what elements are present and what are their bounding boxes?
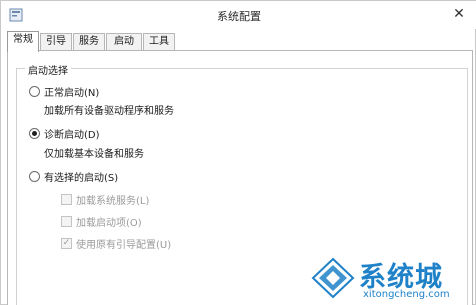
group-title: 启动选择 <box>25 62 71 77</box>
normal-startup-label: 正常启动(N) <box>44 87 100 99</box>
tab-general[interactable]: 常规 <box>7 31 39 52</box>
load-startup-items-checkbox[interactable] <box>61 216 72 227</box>
normal-startup-description: 加载所有设备驱动程序和服务 <box>44 106 174 117</box>
use-original-boot-config-label: 使用原有引导配置(U) <box>76 240 172 251</box>
watermark-logo-icon <box>309 257 357 299</box>
load-system-services-checkbox[interactable] <box>61 194 72 205</box>
diagnostic-startup-label: 诊断启动(D) <box>44 129 100 141</box>
window-title: 系统配置 <box>217 10 261 23</box>
watermark-url: xitongcheng.com <box>363 289 450 300</box>
diagnostic-startup-description: 仅加载基本设备和服务 <box>44 149 144 160</box>
tab-tools[interactable]: 工具 <box>143 33 175 51</box>
load-system-services-option[interactable]: 加载系统服务(L) <box>61 193 150 207</box>
tab-boot[interactable]: 引导 <box>40 33 72 51</box>
watermark: 系统城 xitongcheng.com <box>307 251 476 305</box>
use-original-boot-config-checkbox[interactable]: ✓ <box>61 238 72 249</box>
load-startup-items-label: 加载启动项(O) <box>76 218 142 229</box>
tab-services[interactable]: 服务 <box>73 33 105 51</box>
selective-startup-label: 有选择的启动(S) <box>44 172 119 184</box>
normal-startup-radio[interactable] <box>29 85 40 97</box>
use-original-boot-config-option[interactable]: ✓ 使用原有引导配置(U) <box>61 237 172 251</box>
load-startup-items-option[interactable]: 加载启动项(O) <box>61 215 142 229</box>
diagnostic-startup-option[interactable]: 诊断启动(D) <box>29 126 100 141</box>
normal-startup-option[interactable]: 正常启动(N) <box>29 84 100 99</box>
title-bar[interactable]: 系统配置 ✕ <box>1 1 476 29</box>
selective-startup-option[interactable]: 有选择的启动(S) <box>29 169 119 184</box>
diagnostic-startup-radio[interactable] <box>29 127 40 139</box>
tab-startup[interactable]: 启动 <box>106 33 142 51</box>
system-config-window: 系统配置 ✕ 常规 引导 服务 启动 工具 启动选择 正常启动(N) 加载所有设… <box>0 0 476 305</box>
selective-startup-radio[interactable] <box>29 170 40 182</box>
close-icon[interactable]: ✕ <box>451 7 467 23</box>
load-system-services-label: 加载系统服务(L) <box>76 196 150 207</box>
